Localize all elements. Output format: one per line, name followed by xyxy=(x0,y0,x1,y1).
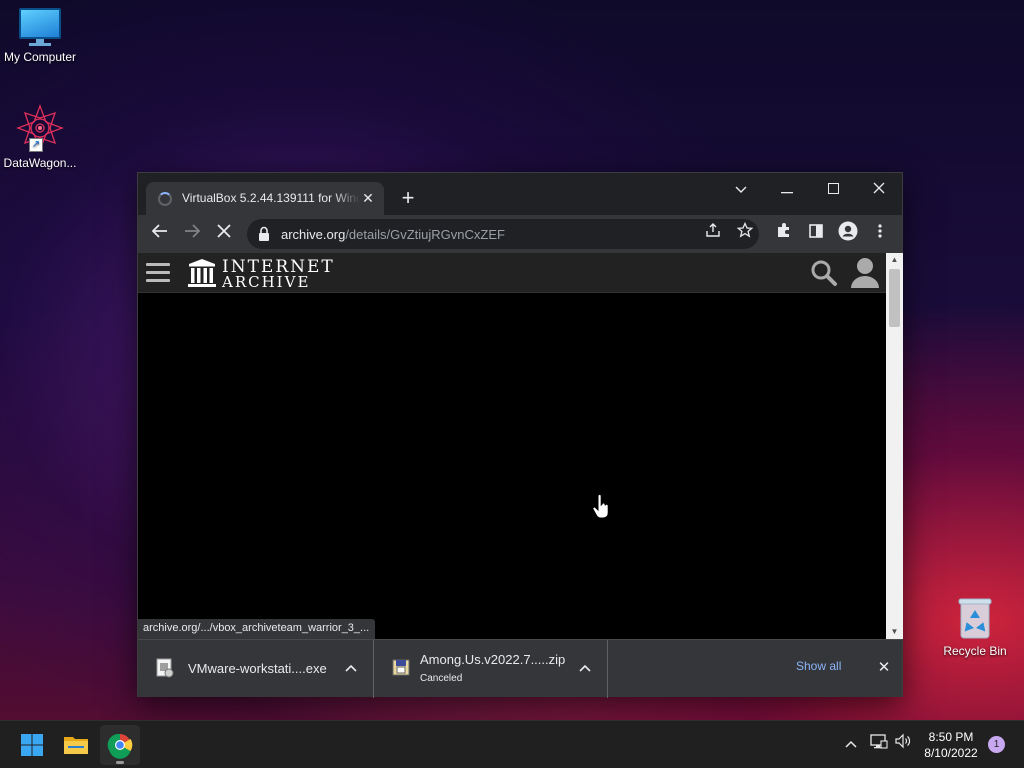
tab-strip: VirtualBox 5.2.44.139111 for Windows ✕ + xyxy=(138,173,902,215)
arrow-left-icon xyxy=(151,224,167,238)
windows-logo-icon xyxy=(21,734,43,756)
download-filename: Among.Us.v2022.7.....zip xyxy=(420,652,566,667)
url-host: archive.org xyxy=(281,227,346,242)
lock-icon xyxy=(259,226,269,241)
system-clock[interactable]: 8:50 PM 8/10/2022 xyxy=(920,729,982,761)
bookmark-button[interactable] xyxy=(732,221,758,247)
arrow-right-icon xyxy=(185,224,201,238)
chrome-menu-button[interactable] xyxy=(867,221,893,247)
profile-avatar-icon xyxy=(838,221,858,241)
monitor-icon xyxy=(19,8,61,46)
browser-toolbar: archive.org/details/GvZtiujRGvnCxZEF xyxy=(138,215,902,253)
start-button[interactable] xyxy=(12,725,52,765)
profile-button[interactable] xyxy=(835,221,861,247)
desktop-icon-my-computer[interactable]: My Computer xyxy=(0,8,80,64)
tab-search-button[interactable] xyxy=(718,177,764,201)
extensions-button[interactable] xyxy=(771,221,797,247)
clock-time: 8:50 PM xyxy=(928,730,974,744)
star-icon xyxy=(736,221,754,238)
logo-text-archive: ARCHIVE xyxy=(222,273,311,291)
puzzle-icon xyxy=(778,223,789,237)
side-panel-icon xyxy=(809,224,823,238)
chevron-up-icon xyxy=(845,740,857,748)
maximize-icon xyxy=(827,183,839,194)
hamburger-menu-icon[interactable] xyxy=(146,263,170,283)
shortcut-arrow-icon: ↗ xyxy=(29,138,43,152)
maximize-button[interactable] xyxy=(810,177,856,201)
minimize-icon xyxy=(781,192,793,194)
close-download-shelf-icon[interactable]: ✕ xyxy=(874,658,894,678)
notification-badge[interactable]: 1 xyxy=(988,736,1005,753)
desktop-icon-label: Recycle Bin xyxy=(943,644,1007,658)
stop-icon xyxy=(217,224,231,238)
download-item[interactable]: Among.Us.v2022.7.....zip Canceled xyxy=(374,640,608,698)
search-icon[interactable] xyxy=(810,259,838,287)
loading-spinner-icon xyxy=(158,192,172,206)
share-icon xyxy=(706,223,720,237)
page-scrollbar[interactable]: ▲ ▼ xyxy=(886,253,903,639)
chrome-logo-icon xyxy=(107,733,133,759)
forward-button[interactable] xyxy=(179,221,205,247)
scroll-up-arrow-icon[interactable]: ▲ xyxy=(886,253,903,267)
user-account-icon[interactable] xyxy=(850,256,880,290)
exe-file-icon xyxy=(156,658,174,678)
folder-icon xyxy=(64,737,88,754)
url-path: /details/GvZtiujRGvnCxZEF xyxy=(345,227,505,242)
new-tab-button[interactable]: + xyxy=(396,187,420,211)
desktop-icon-recycle-bin[interactable]: Recycle Bin xyxy=(935,596,1015,658)
scroll-down-arrow-icon[interactable]: ▼ xyxy=(886,625,903,639)
taskbar: 8:50 PM 8/10/2022 1 xyxy=(0,720,1024,768)
internet-archive-header: INTERNET ARCHIVE xyxy=(138,253,886,293)
close-window-button[interactable] xyxy=(856,177,902,201)
download-status: Canceled xyxy=(420,673,463,684)
share-button[interactable] xyxy=(700,221,726,247)
volume-icon[interactable] xyxy=(892,733,914,755)
chrome-window: VirtualBox 5.2.44.139111 for Windows ✕ + xyxy=(137,172,903,698)
desktop-icon-label: My Computer xyxy=(3,50,77,64)
running-indicator xyxy=(116,761,124,764)
more-vertical-icon xyxy=(878,224,882,238)
chevron-down-icon xyxy=(735,186,747,193)
clock-date: 8/10/2022 xyxy=(924,746,978,760)
minimize-button[interactable] xyxy=(764,177,810,201)
download-filename: VMware-workstati....exe xyxy=(188,661,327,676)
download-shelf: VMware-workstati....exe Among.Us.v2022.7… xyxy=(138,639,902,698)
page-content: INTERNET ARCHIVE archive.org/.../vbox_ar… xyxy=(138,253,886,639)
scrollbar-thumb[interactable] xyxy=(889,269,900,327)
chevron-up-icon[interactable] xyxy=(575,658,595,678)
download-item[interactable]: VMware-workstati....exe xyxy=(138,640,374,698)
back-button[interactable] xyxy=(147,221,173,247)
address-url: archive.org/details/GvZtiujRGvnCxZEF xyxy=(281,227,505,242)
file-explorer-button[interactable] xyxy=(56,725,96,765)
tab-close-icon[interactable]: ✕ xyxy=(360,190,376,206)
archive-temple-icon xyxy=(188,259,216,287)
side-panel-button[interactable] xyxy=(803,221,829,247)
show-hidden-icons-button[interactable] xyxy=(840,733,862,755)
close-icon xyxy=(873,182,885,194)
browser-tab[interactable]: VirtualBox 5.2.44.139111 for Windows ✕ xyxy=(146,182,384,215)
datawagon-app-icon: ↗ xyxy=(16,104,64,152)
hand-pointer-cursor-icon xyxy=(592,494,609,519)
show-all-downloads-link[interactable]: Show all xyxy=(796,659,841,673)
internet-archive-logo[interactable]: INTERNET ARCHIVE xyxy=(188,257,333,291)
address-bar[interactable]: archive.org/details/GvZtiujRGvnCxZEF xyxy=(247,219,759,249)
desktop-icon-label: DataWagon... xyxy=(3,156,77,170)
stop-loading-button[interactable] xyxy=(211,221,237,247)
link-status-bubble: archive.org/.../vbox_archiveteam_warrior… xyxy=(138,619,376,639)
desktop-icon-datawagon[interactable]: ↗ DataWagon... xyxy=(0,104,80,170)
chrome-taskbar-button[interactable] xyxy=(100,725,140,765)
tab-title: VirtualBox 5.2.44.139111 for Windows xyxy=(182,191,360,205)
recycle-bin-icon xyxy=(957,596,993,640)
network-icon[interactable] xyxy=(868,733,890,755)
chevron-up-icon[interactable] xyxy=(341,658,361,678)
zip-archive-icon xyxy=(392,659,410,676)
